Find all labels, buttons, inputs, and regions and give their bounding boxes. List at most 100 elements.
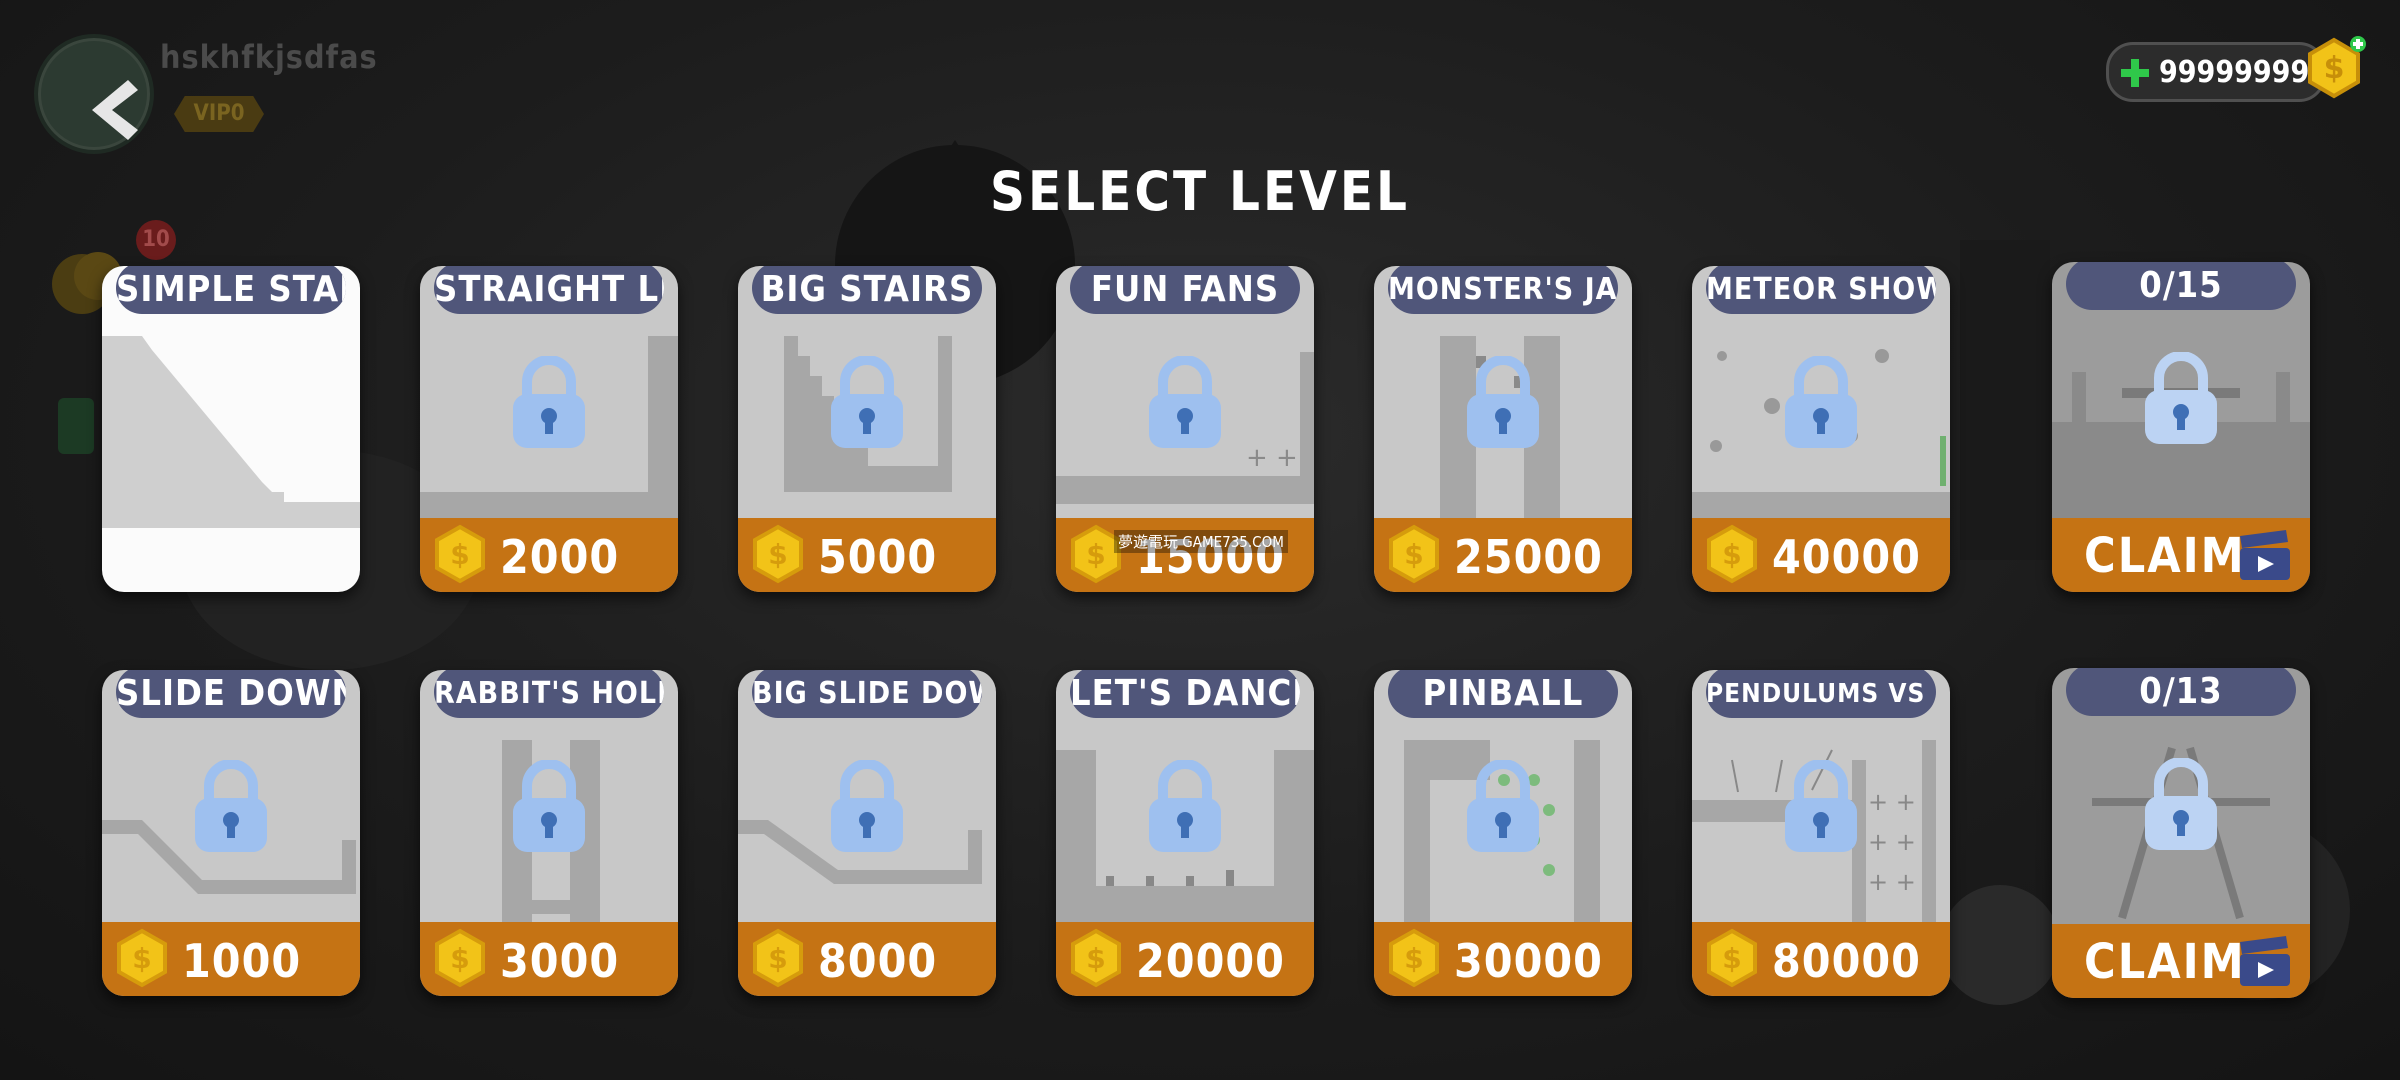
level-price: 25000 (1454, 530, 1603, 584)
level-card-big-stairs[interactable]: BIG STAIRS $ 5000 (738, 266, 996, 592)
lock-icon (1149, 760, 1221, 852)
svg-text:$: $ (1722, 538, 1741, 571)
level-name: LET'S DANCE (1070, 670, 1300, 718)
price-bar: $ 40000 (1692, 518, 1950, 592)
price-bar: $ 80000 (1692, 922, 1950, 996)
lock-icon (195, 760, 267, 852)
svg-text:+ +: + + (1868, 828, 1916, 856)
level-price: 30000 (1454, 934, 1603, 988)
level-name: BIG STAIRS (752, 266, 982, 314)
svg-text:+ +: + + (1868, 868, 1916, 896)
balance-pill: 999999999 (2106, 42, 2328, 102)
level-card-pinball[interactable]: PINBALL $ 30000 (1374, 670, 1632, 996)
bonus-progress: 0/15 (2066, 262, 2296, 310)
level-price: 3000 (500, 934, 620, 988)
level-card-pendulums-vs-fans[interactable]: PENDULUMS VS FANS + + + + + + $ 80000 (1692, 670, 1950, 996)
coin-icon: $ (435, 524, 485, 584)
claim-label: CLAIM (2084, 934, 2246, 990)
svg-text:$: $ (450, 538, 469, 571)
coin-balance: 999999999 $ (2106, 36, 2366, 102)
price-bar: $ 20000 (1056, 922, 1314, 996)
coin-icon: $ (117, 928, 167, 988)
coin-icon: $ (1071, 928, 1121, 988)
svg-text:$: $ (132, 942, 151, 975)
price-bar: $ 2000 (420, 518, 678, 592)
level-price: 8000 (818, 934, 938, 988)
coin-icon: $ (1707, 928, 1757, 988)
bonus-level-card-2[interactable]: 0/13 CLAIM (2052, 668, 2310, 998)
level-card-lets-dance[interactable]: LET'S DANCE $ 20000 (1056, 670, 1314, 996)
claim-bar[interactable]: CLAIM (2052, 518, 2310, 592)
price-bar: $ 5000 (738, 518, 996, 592)
level-name: RABBIT'S HOLE (434, 670, 664, 718)
lock-icon (1467, 356, 1539, 448)
level-price: 40000 (1772, 530, 1921, 584)
vip-badge: VIP0 (174, 96, 264, 132)
claim-label: CLAIM (2084, 528, 2246, 584)
back-arrow-icon[interactable] (76, 70, 156, 150)
level-name: FUN FANS (1070, 266, 1300, 314)
coin-icon: $ (1389, 524, 1439, 584)
coin-icon: $ (435, 928, 485, 988)
level-card-meteor-shower[interactable]: METEOR SHOWER $ 40000 (1692, 266, 1950, 592)
svg-text:$: $ (1404, 538, 1423, 571)
level-name: SLIDE DOWN (116, 670, 346, 718)
lock-icon (1467, 760, 1539, 852)
level-price: 80000 (1772, 934, 1921, 988)
coin-icon: $ (753, 524, 803, 584)
level-price: 5000 (818, 530, 938, 584)
level-name: PINBALL (1388, 670, 1618, 718)
coin-icon: $ (1389, 928, 1439, 988)
lock-icon (1785, 760, 1857, 852)
level-price: 20000 (1136, 934, 1285, 988)
side-green-icon[interactable] (56, 396, 96, 456)
coin-icon: $ (1707, 524, 1757, 584)
video-clapperboard-icon (2240, 530, 2290, 580)
level-name: STRAIGHT LINE (434, 266, 664, 314)
level-card-rabbits-hole[interactable]: RABBIT'S HOLE $ 3000 (420, 670, 678, 996)
level-name: MONSTER'S JAWS (1388, 266, 1618, 314)
svg-text:$: $ (768, 538, 787, 571)
coin-icon: $ (753, 928, 803, 988)
svg-text:$: $ (1086, 538, 1105, 571)
level-card-straight-line[interactable]: STRAIGHT LINE $ 2000 (420, 266, 678, 592)
level-card-monsters-jaws[interactable]: MONSTER'S JAWS $ 25000 (1374, 266, 1632, 592)
level-card-slide-down[interactable]: SLIDE DOWN $ 1000 (102, 670, 360, 996)
level-card-big-slide-down[interactable]: BIG SLIDE DOWN $ 8000 (738, 670, 996, 996)
svg-text:$: $ (2324, 51, 2345, 86)
price-bar: $ 25000 (1374, 518, 1632, 592)
video-clapperboard-icon (2240, 936, 2290, 986)
level-name: METEOR SHOWER (1706, 266, 1936, 314)
lock-icon (1785, 356, 1857, 448)
svg-text:$: $ (1086, 942, 1105, 975)
svg-text:$: $ (450, 942, 469, 975)
lock-icon (2145, 758, 2217, 850)
level-preview (102, 336, 360, 528)
notification-badge: 10 (136, 220, 176, 260)
price-bar: $ 3000 (420, 922, 678, 996)
coin-icon: $ (2308, 36, 2366, 99)
level-price: 1000 (182, 934, 302, 988)
bonus-progress: 0/13 (2066, 668, 2296, 716)
svg-text:+ +: + + (1246, 443, 1298, 473)
page-title: SELECT LEVEL (990, 160, 1410, 223)
lock-icon (513, 356, 585, 448)
svg-text:$: $ (1404, 942, 1423, 975)
price-bar: $ 30000 (1374, 922, 1632, 996)
level-price: 2000 (500, 530, 620, 584)
bonus-level-card-1[interactable]: 0/15 CLAIM (2052, 262, 2310, 592)
add-coins-icon[interactable] (2119, 57, 2151, 89)
price-bar: $ 1000 (102, 922, 360, 996)
level-name: PENDULUMS VS FANS (1706, 670, 1936, 718)
svg-text:$: $ (1722, 942, 1741, 975)
level-name: BIG SLIDE DOWN (752, 670, 982, 718)
username: hskhfkjsdfas (160, 38, 378, 76)
lock-icon (831, 356, 903, 448)
level-card-simple-stairs[interactable]: SIMPLE STAIRS (102, 266, 360, 592)
claim-bar[interactable]: CLAIM (2052, 924, 2310, 998)
lock-icon (513, 760, 585, 852)
watermark: 夢遊電玩 GAME735.COM (1114, 530, 1288, 553)
lock-icon (1149, 356, 1221, 448)
svg-text:+ +: + + (1868, 788, 1916, 816)
price-bar: $ 8000 (738, 922, 996, 996)
